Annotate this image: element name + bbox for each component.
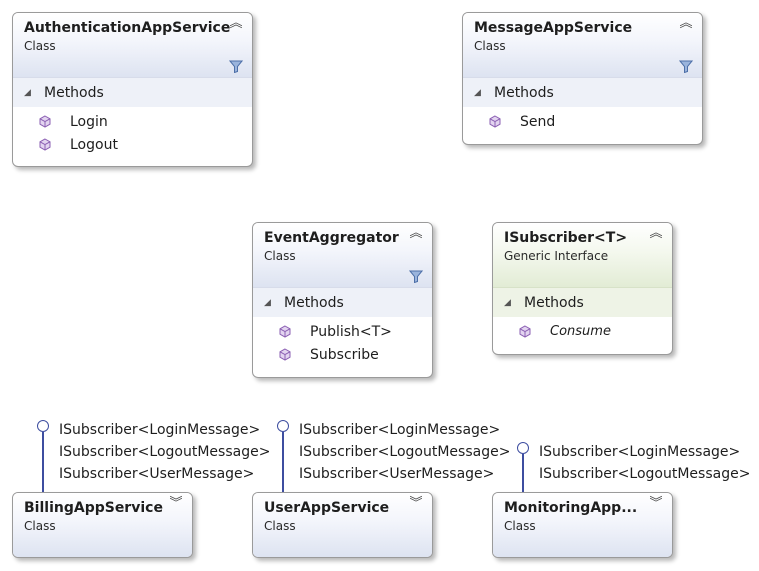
lollipop-stem [42,432,44,492]
double-chevron-down-icon[interactable]: ︾ [649,496,663,512]
class-shape-user-app-service[interactable]: UserAppService Class ︾ [252,492,433,558]
method-row-publish[interactable]: Publish<T> [253,320,432,343]
triangle-collapse-icon[interactable]: ◢ [264,298,284,308]
method-row-send[interactable]: Send [463,110,702,133]
methods-section-header[interactable]: ◢ Methods [253,287,432,317]
methods-section-header[interactable]: ◢ Methods [463,77,702,107]
implemented-interface: ISubscriber<LoginMessage> [59,422,261,438]
implemented-interface: ISubscriber<LoginMessage> [299,422,501,438]
lollipop-ring [277,420,289,432]
class-header[interactable]: AuthenticationAppService Class ︽ [13,13,252,77]
class-shape-event-aggregator[interactable]: EventAggregator Class ︽ ◢ Methods Publis… [252,222,433,378]
class-stereotype: Class [264,519,296,533]
implemented-interface: ISubscriber<UserMessage> [299,466,495,482]
section-label: Methods [284,294,344,311]
double-chevron-up-icon[interactable]: ︽ [649,226,663,242]
class-stereotype: Class [264,249,296,263]
lollipop-stem [282,432,284,492]
method-name: Publish<T> [310,323,392,340]
triangle-collapse-icon[interactable]: ◢ [24,88,44,98]
methods-section-header[interactable]: ◢ Methods [493,287,672,317]
double-chevron-up-icon[interactable]: ︽ [409,226,423,242]
implemented-interfaces-list: ISubscriber<LoginMessage> ISubscriber<Lo… [299,419,510,485]
class-header[interactable]: BillingAppService Class ︾ [13,493,192,557]
lollipop-ring [37,420,49,432]
method-cube-icon [39,138,70,152]
method-row-consume[interactable]: Consume [493,320,672,343]
class-stereotype: Class [24,519,56,533]
class-header[interactable]: UserAppService Class ︾ [253,493,432,557]
method-name: Send [520,113,556,130]
class-header[interactable]: EventAggregator Class ︽ [253,223,432,287]
interface-lollipop-icon [37,420,49,492]
double-chevron-up-icon[interactable]: ︽ [679,16,693,32]
method-cube-icon [279,348,310,362]
method-name: Subscribe [310,346,379,363]
class-header[interactable]: MessageAppService Class ︽ [463,13,702,77]
triangle-collapse-icon[interactable]: ◢ [504,298,524,308]
interface-name: ISubscriber<T> [504,230,628,246]
filter-icon[interactable] [679,60,693,73]
implemented-interface: ISubscriber<LogoutMessage> [539,466,751,482]
implemented-interface: ISubscriber<LogoutMessage> [59,444,271,460]
class-stereotype: Class [474,39,506,53]
method-row-logout[interactable]: Logout [13,133,252,156]
interface-header[interactable]: ISubscriber<T> Generic Interface ︽ [493,223,672,287]
method-cube-icon [519,325,550,339]
methods-section-header[interactable]: ◢ Methods [13,77,252,107]
class-header[interactable]: MonitoringApp... Class ︾ [493,493,672,557]
class-shape-monitoring-app-service[interactable]: MonitoringApp... Class ︾ [492,492,673,558]
section-label: Methods [524,294,584,311]
method-cube-icon [279,325,310,339]
implemented-interface: ISubscriber<LogoutMessage> [299,444,511,460]
filter-icon[interactable] [229,60,243,73]
class-shape-message-app-service[interactable]: MessageAppService Class ︽ ◢ Methods Send [462,12,703,145]
class-name: EventAggregator [264,230,399,246]
section-label: Methods [44,84,104,101]
method-name: Consume [550,324,611,339]
double-chevron-up-icon[interactable]: ︽ [229,16,243,32]
triangle-collapse-icon[interactable]: ◢ [474,88,494,98]
method-row-subscribe[interactable]: Subscribe [253,343,432,366]
method-name: Logout [70,136,118,153]
double-chevron-down-icon[interactable]: ︾ [409,496,423,512]
filter-icon[interactable] [409,270,423,283]
class-stereotype: Class [504,519,536,533]
method-name: Login [70,113,108,130]
method-row-login[interactable]: Login [13,110,252,133]
class-stereotype: Class [24,39,56,53]
implemented-interfaces-list: ISubscriber<LoginMessage> ISubscriber<Lo… [59,419,270,485]
interface-stereotype: Generic Interface [504,249,609,263]
class-name: MessageAppService [474,20,633,36]
class-shape-billing-app-service[interactable]: BillingAppService Class ︾ [12,492,193,558]
section-label: Methods [494,84,554,101]
lollipop-stem [522,454,524,492]
interface-lollipop-icon [517,442,529,492]
class-shape-authentication-app-service[interactable]: AuthenticationAppService Class ︽ ◢ Metho… [12,12,253,167]
class-name: MonitoringApp... [504,500,638,516]
double-chevron-down-icon[interactable]: ︾ [169,496,183,512]
lollipop-ring [517,442,529,454]
implemented-interface: ISubscriber<LoginMessage> [539,444,741,460]
implemented-interface: ISubscriber<UserMessage> [59,466,255,482]
interface-lollipop-icon [277,420,289,492]
method-cube-icon [39,115,70,129]
class-name: BillingAppService [24,500,163,516]
class-name: UserAppService [264,500,390,516]
class-name: AuthenticationAppService [24,20,231,36]
method-cube-icon [489,115,520,129]
interface-shape-isubscriber[interactable]: ISubscriber<T> Generic Interface ︽ ◢ Met… [492,222,673,355]
implemented-interfaces-list: ISubscriber<LoginMessage> ISubscriber<Lo… [539,441,750,485]
